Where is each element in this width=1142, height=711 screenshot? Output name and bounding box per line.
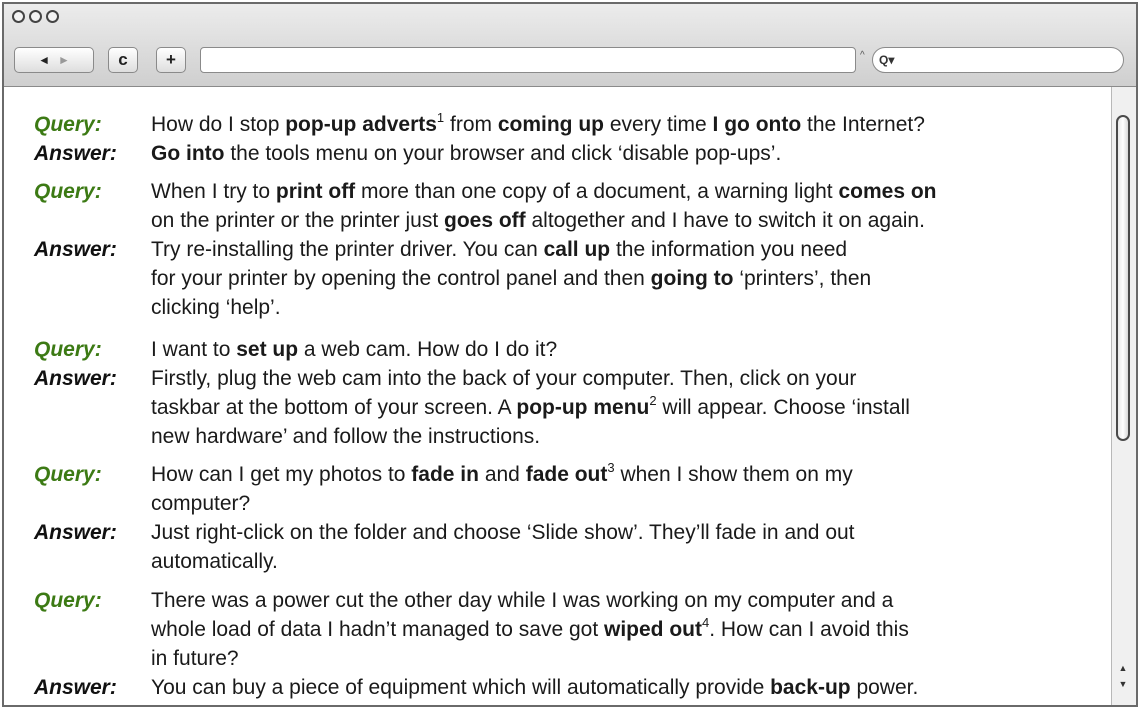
address-bar[interactable] <box>200 47 856 73</box>
answer-text-line: Try re-installing the printer driver. Yo… <box>151 238 848 261</box>
browser-toolbar: ◄ ► c + ^ Q▾ <box>4 4 1136 87</box>
answer-label: Answer: <box>34 142 117 165</box>
page-content: Query: How do I stop pop-up adverts1 fro… <box>4 87 1112 705</box>
answer-text-line: Go into the tools menu on your browser a… <box>151 142 782 165</box>
reload-button[interactable]: c <box>108 47 138 73</box>
scrollbar-thumb[interactable] <box>1116 115 1130 441</box>
answer-text-line: new hardware’ and follow the instruction… <box>151 425 541 448</box>
answer-text-line: Firstly, plug the web cam into the back … <box>151 367 857 390</box>
query-text-line: I want to set up a web cam. How do I do … <box>151 338 558 361</box>
query-text-line: whole load of data I hadn’t managed to s… <box>151 615 909 641</box>
query-label: Query: <box>34 589 102 612</box>
scroll-up-arrow-icon[interactable]: ▲ <box>1116 661 1130 675</box>
answer-text-line: Just right-click on the folder and choos… <box>151 521 855 544</box>
query-label: Query: <box>34 338 102 361</box>
query-text-line: How can I get my photos to fade in and f… <box>151 460 853 486</box>
back-forward-group: ◄ ► <box>14 47 94 73</box>
query-label: Query: <box>34 463 102 486</box>
search-field[interactable]: Q▾ <box>872 47 1124 73</box>
close-window-button[interactable] <box>12 10 25 23</box>
answer-text-line: clicking ‘help’. <box>151 296 281 319</box>
query-text-line: When I try to print off more than one co… <box>151 180 937 203</box>
back-arrow-icon[interactable]: ◄ <box>38 53 50 67</box>
answer-text-line: taskbar at the bottom of your screen. A … <box>151 393 910 419</box>
scroll-down-arrow-icon[interactable]: ▼ <box>1116 677 1130 691</box>
query-text-line: How do I stop pop-up adverts1 from comin… <box>151 110 925 136</box>
answer-label: Answer: <box>34 521 117 544</box>
vertical-scrollbar[interactable]: ▲ ▼ <box>1111 87 1136 705</box>
answer-label: Answer: <box>34 367 117 390</box>
answer-text-line: automatically. <box>151 550 278 573</box>
query-text-line: There was a power cut the other day whil… <box>151 589 894 612</box>
search-icon: Q▾ <box>879 53 895 67</box>
query-label: Query: <box>34 113 102 136</box>
browser-window: ◄ ► c + ^ Q▾ Query: How do I stop pop-up… <box>2 2 1138 707</box>
query-text-line: in future? <box>151 647 239 670</box>
answer-text-line: for your printer by opening the control … <box>151 267 872 290</box>
answer-label: Answer: <box>34 676 117 699</box>
query-text-line: computer? <box>151 492 251 515</box>
zoom-window-button[interactable] <box>46 10 59 23</box>
add-bookmark-button[interactable]: + <box>156 47 186 73</box>
minimize-window-button[interactable] <box>29 10 42 23</box>
address-bar-indicator-icon: ^ <box>860 50 865 61</box>
answer-label: Answer: <box>34 238 117 261</box>
forward-arrow-icon[interactable]: ► <box>58 53 70 67</box>
window-controls <box>12 10 59 23</box>
query-text-line: on the printer or the printer just goes … <box>151 209 925 232</box>
query-label: Query: <box>34 180 102 203</box>
answer-text-line: You can buy a piece of equipment which w… <box>151 676 919 699</box>
